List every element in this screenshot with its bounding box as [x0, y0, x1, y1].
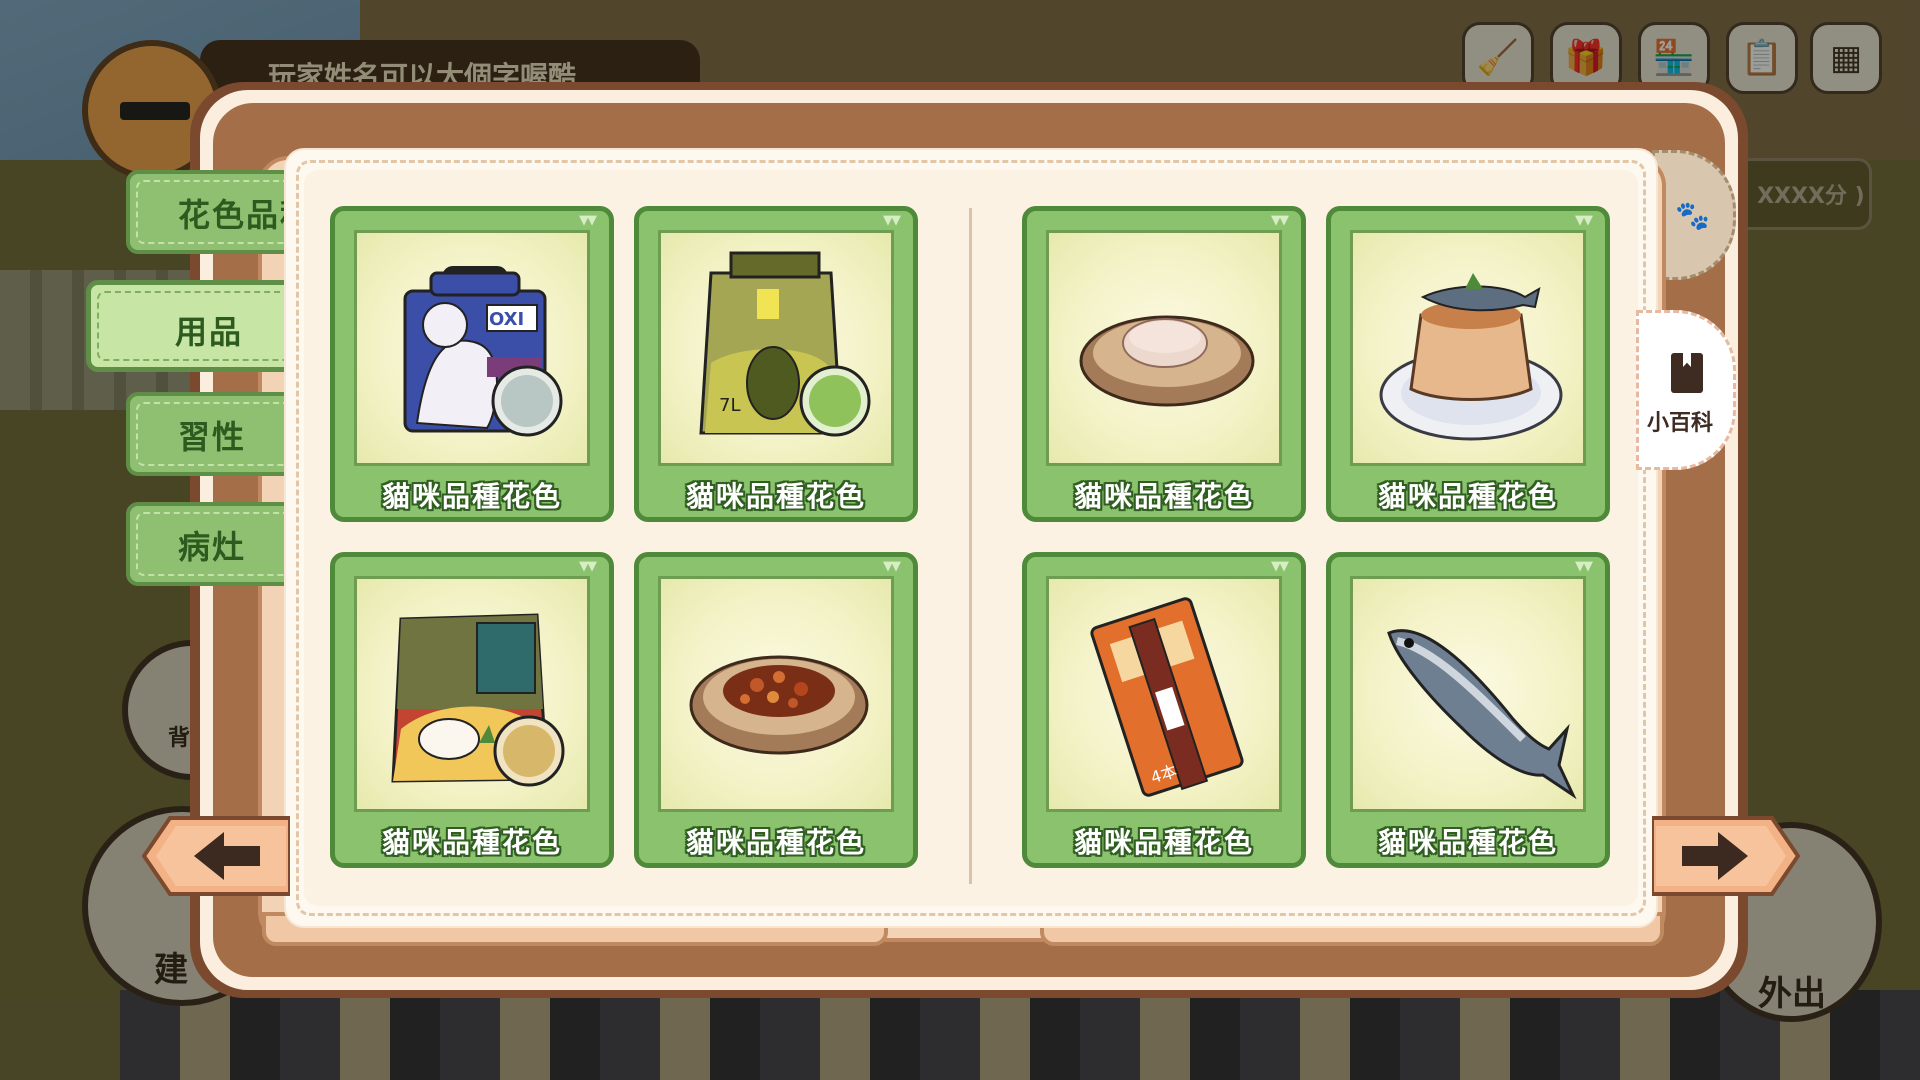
item-card-label: 貓咪品種花色	[381, 826, 562, 859]
item-card-fish-pudding[interactable]: ▼▼ 貓咪品種花色	[1326, 206, 1610, 522]
item-card-litter-bag[interactable]: ▼▼ 7L 貓咪品種花色	[634, 206, 918, 522]
encyclopedia-label: 小百科	[1647, 411, 1714, 436]
tab-supplies-label: 用品	[175, 313, 244, 351]
item-card-label: 貓咪品種花色	[1073, 826, 1254, 859]
tab-habits-label: 習性	[178, 418, 247, 456]
corner-marks: ▼▼	[579, 559, 597, 574]
corner-marks: ▼▼	[883, 559, 901, 574]
canned-food-dish-icon	[1079, 315, 1255, 407]
svg-text:OXI: OXI	[489, 309, 524, 330]
fish-icon	[1387, 629, 1577, 800]
item-card-canned-food[interactable]: ▼▼ 貓咪品種花色	[1022, 206, 1306, 522]
item-image-frame	[1350, 230, 1586, 466]
corner-marks: ▼▼	[579, 213, 597, 228]
item-card-litter-box[interactable]: ▼▼ OXI 貓咪品種花色	[330, 206, 614, 522]
book-spine	[969, 208, 972, 884]
corner-marks: ▼▼	[1271, 213, 1289, 228]
tab-diseases[interactable]: 病灶	[126, 502, 306, 586]
svg-text:7L: 7L	[719, 395, 740, 416]
item-card-label: 貓咪品種花色	[685, 480, 866, 513]
item-image-frame	[658, 576, 894, 812]
cat-litter-bag-icon: 7L	[699, 251, 871, 437]
item-card-label: 貓咪品種花色	[685, 826, 866, 859]
tab-diseases-label: 病灶	[178, 528, 247, 566]
tofu-litter-bag-icon	[391, 613, 565, 787]
corner-marks: ▼▼	[883, 213, 901, 228]
item-image-frame: 7L	[658, 230, 894, 466]
item-card-label: 貓咪品種花色	[381, 480, 562, 513]
corner-marks: ▼▼	[1575, 559, 1593, 574]
dry-food-bowl-icon	[689, 655, 869, 755]
item-card-dry-food[interactable]: ▼▼ 貓咪品種花色	[634, 552, 918, 868]
item-image-frame	[1046, 230, 1282, 466]
fish-pudding-plate-icon	[1379, 273, 1563, 441]
arrow-right-icon	[1652, 816, 1801, 896]
paw-icon: 🐾	[1675, 199, 1710, 232]
item-card-fish[interactable]: ▼▼ 貓咪品種花色	[1326, 552, 1610, 868]
cat-litter-box-icon: OXI	[403, 266, 563, 437]
item-image-frame: 4本	[1046, 576, 1282, 812]
item-card-cat-treat[interactable]: ▼▼ 4本 貓咪品種花色	[1022, 552, 1306, 868]
item-card-tofu-litter[interactable]: ▼▼ 貓咪品種花色	[330, 552, 614, 868]
corner-marks: ▼▼	[1271, 559, 1289, 574]
encyclopedia-tab[interactable]: 小百科	[1636, 310, 1736, 470]
previous-page-button[interactable]	[140, 814, 290, 898]
item-card-label: 貓咪品種花色	[1377, 480, 1558, 513]
item-image-frame	[1350, 576, 1586, 812]
item-card-label: 貓咪品種花色	[1073, 480, 1254, 513]
book-icon	[1671, 353, 1703, 393]
tab-breeds[interactable]: 花色品種	[126, 170, 312, 254]
item-image-frame: OXI	[354, 230, 590, 466]
cat-treat-pouch-icon: 4本	[1090, 597, 1244, 797]
arrow-left-icon	[141, 816, 290, 896]
corner-marks: ▼▼	[1575, 213, 1593, 228]
item-card-label: 貓咪品種花色	[1377, 826, 1558, 859]
item-image-frame	[354, 576, 590, 812]
next-page-button[interactable]	[1652, 814, 1802, 898]
tab-habits[interactable]: 習性	[126, 392, 306, 476]
